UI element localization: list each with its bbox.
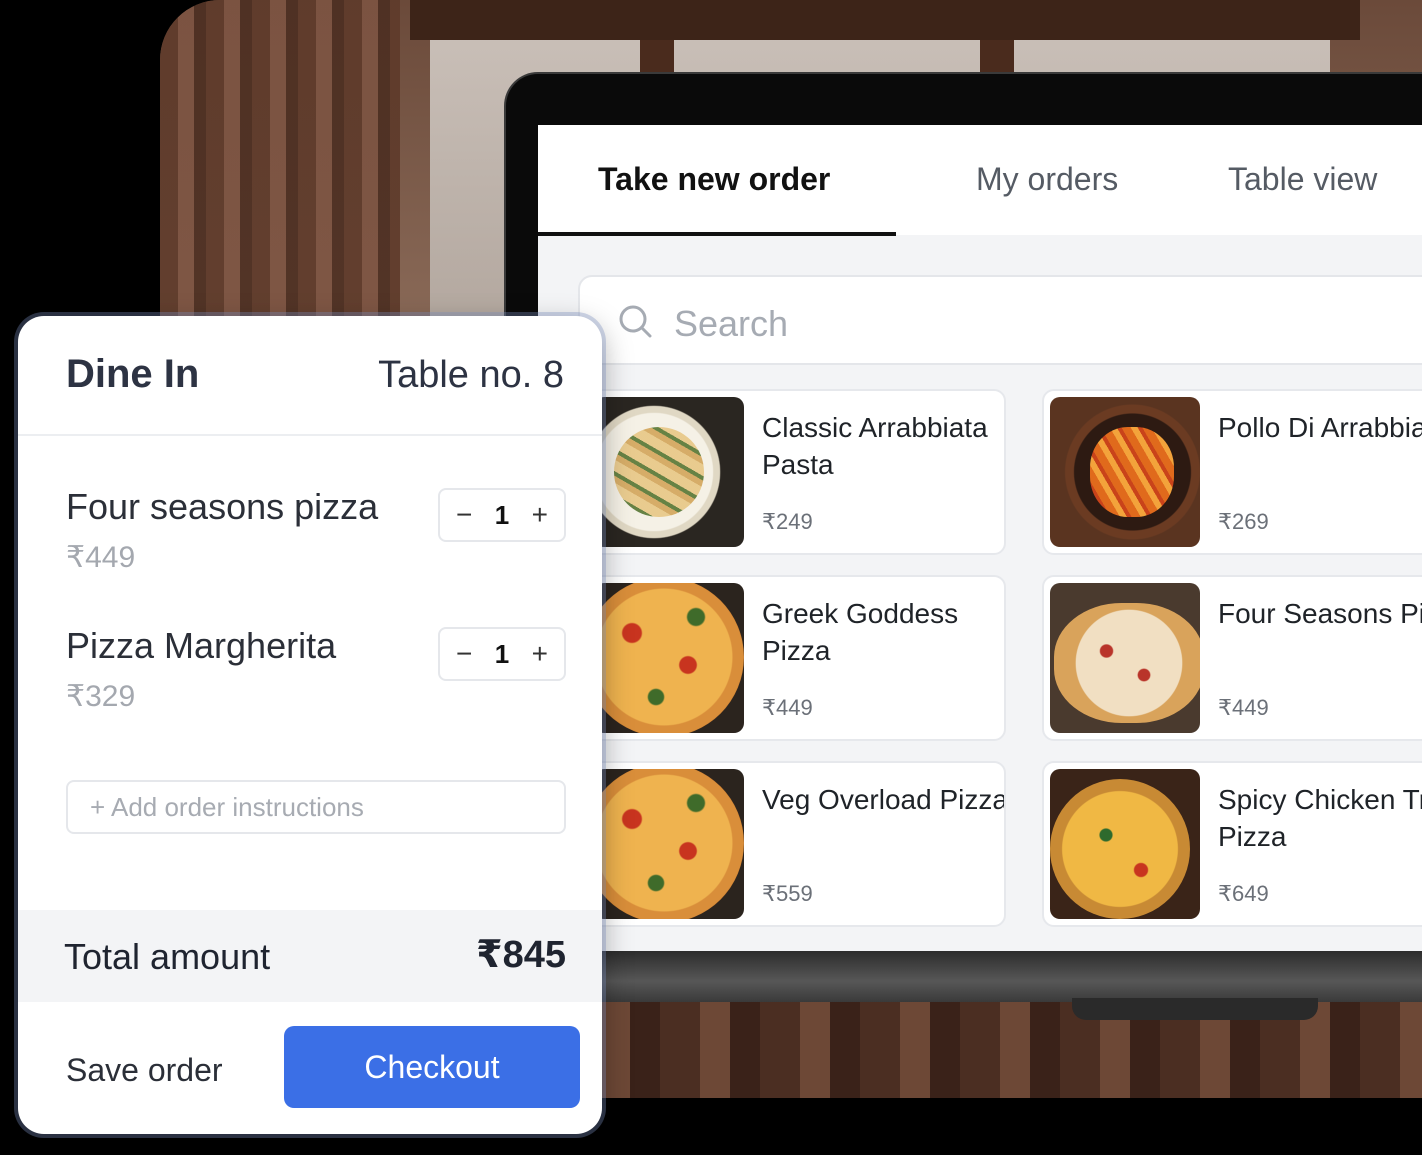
menu-item-name: Four Seasons Pizza <box>1218 598 1422 629</box>
menu-item-card[interactable]: Pollo Di Arrabbiata Pasta ₹269 <box>1042 389 1422 555</box>
order-panel: Dine In Table no. 8 Four seasons pizza ₹… <box>18 316 602 1134</box>
menu-item-card[interactable]: Greek Goddess Pizza ₹449 <box>586 575 1006 741</box>
quantity-stepper: − 1 + <box>438 488 566 542</box>
food-image <box>594 397 744 547</box>
order-item-price: ₹329 <box>66 680 136 713</box>
menu-item-price: ₹559 <box>762 881 813 906</box>
window-frame <box>410 0 1360 40</box>
menu-item-name: Pollo Di Arrabbiata Pasta <box>1218 412 1422 443</box>
quantity-value: 1 <box>494 638 510 669</box>
tab-table-view[interactable]: Table view <box>1228 161 1377 198</box>
order-instructions-field[interactable]: + Add order instructions <box>66 780 566 834</box>
order-header: Dine In Table no. 8 <box>18 316 602 436</box>
menu-item-name: Classic Arrabbiata Pasta <box>762 412 988 480</box>
order-item-name: Four seasons pizza <box>66 486 379 527</box>
search-placeholder: Search <box>674 303 789 344</box>
menu-item-name: Greek Goddess Pizza <box>762 598 959 666</box>
search-input[interactable]: Search <box>578 275 1422 365</box>
food-image <box>1050 583 1200 733</box>
table-number: Table no. 8 <box>378 354 564 396</box>
food-image <box>594 583 744 733</box>
total-label: Total amount <box>64 936 271 977</box>
menu-item-price: ₹269 <box>1218 509 1269 534</box>
tab-bar: Take new order My orders Table view <box>538 125 1422 236</box>
food-image <box>1050 397 1200 547</box>
tab-take-new-order[interactable]: Take new order <box>598 161 830 198</box>
plus-icon[interactable]: + <box>532 499 548 531</box>
menu-item-price: ₹649 <box>1218 881 1269 906</box>
food-image <box>1050 769 1200 919</box>
total-bar: Total amount ₹845 <box>18 910 602 1002</box>
menu-item-name: Veg Overload Pizza <box>762 784 1006 815</box>
laptop-screen: Take new order My orders Table view Sear… <box>538 125 1422 951</box>
search-icon <box>619 305 652 338</box>
plus-icon[interactable]: + <box>532 638 548 670</box>
order-type: Dine In <box>66 352 200 396</box>
checkout-button[interactable]: Checkout <box>284 1026 580 1108</box>
quantity-value: 1 <box>494 499 510 530</box>
minus-icon[interactable]: − <box>456 638 472 670</box>
menu-item-card[interactable]: Spicy Chicken Treat Pizza ₹649 <box>1042 761 1422 927</box>
tab-my-orders[interactable]: My orders <box>976 161 1118 198</box>
total-value: ₹845 <box>476 934 566 976</box>
order-item-price: ₹449 <box>66 541 136 574</box>
minus-icon[interactable]: − <box>456 499 472 531</box>
menu-item-price: ₹449 <box>1218 695 1269 720</box>
save-order-button[interactable]: Save order <box>66 1052 223 1089</box>
laptop-base <box>600 950 1422 1002</box>
order-item-name: Pizza Margherita <box>66 625 337 666</box>
menu-item-card[interactable]: Classic Arrabbiata Pasta ₹249 <box>586 389 1006 555</box>
menu-item-name: Spicy Chicken Treat Pizza <box>1218 784 1422 852</box>
menu-item-price: ₹249 <box>762 509 813 534</box>
food-image <box>594 769 744 919</box>
menu-item-card[interactable]: Veg Overload Pizza ₹559 <box>586 761 1006 927</box>
menu-item-price: ₹449 <box>762 695 813 720</box>
laptop-hinge <box>1072 998 1318 1020</box>
active-tab-indicator <box>538 232 896 236</box>
quantity-stepper: − 1 + <box>438 627 566 681</box>
menu-item-card[interactable]: Four Seasons Pizza ₹449 <box>1042 575 1422 741</box>
